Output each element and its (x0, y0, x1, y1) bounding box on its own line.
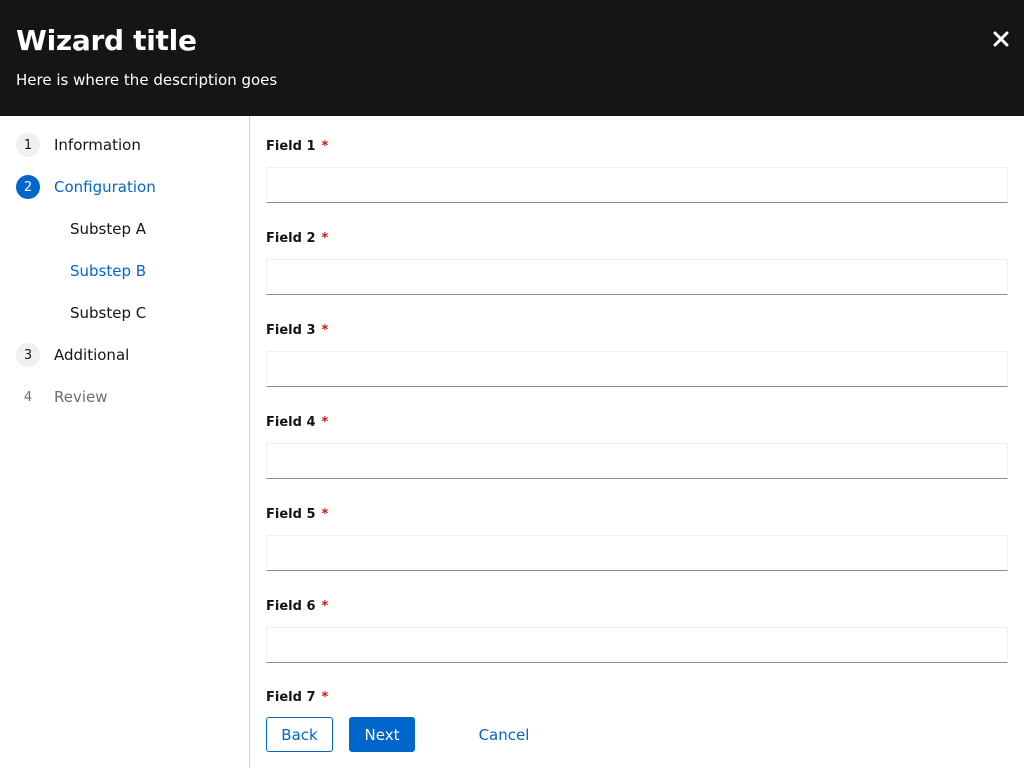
wizard: Wizard title Here is where the descripti… (0, 0, 1024, 768)
field-label-text: Field 7 (266, 689, 316, 703)
form-group-field-7: Field 7 * (266, 688, 1008, 703)
form-group-field-3: Field 3 * (266, 321, 1008, 387)
field-label-text: Field 6 (266, 598, 316, 614)
nav-step-configuration[interactable]: 2 Configuration (16, 174, 156, 200)
nav-substep-a[interactable]: Substep A (70, 216, 146, 242)
field-label: Field 5 * (266, 505, 1008, 523)
wizard-body: Field 1 * Field 2 * Field 3 * Field 4 * (250, 116, 1024, 702)
wizard-footer: Back Next Cancel (250, 702, 1024, 768)
required-marker: * (321, 322, 329, 338)
wizard-header: Wizard title Here is where the descripti… (0, 0, 1024, 116)
nav-step-review: 4 Review (16, 384, 108, 410)
nav-step-information[interactable]: 1 Information (16, 132, 141, 158)
nav-step-label: Additional (54, 346, 130, 364)
back-button[interactable]: Back (266, 717, 333, 752)
close-button[interactable] (988, 26, 1014, 52)
form-group-field-6: Field 6 * (266, 597, 1008, 663)
next-button[interactable]: Next (349, 717, 415, 752)
wizard-title: Wizard title (16, 24, 197, 57)
wizard-nav: 1 Information 2 Configuration Substep A … (0, 116, 250, 768)
field-label: Field 4 * (266, 413, 1008, 431)
field-label: Field 6 * (266, 597, 1008, 615)
nav-substep-c[interactable]: Substep C (70, 300, 146, 326)
field-1-input[interactable] (266, 167, 1008, 203)
field-label-text: Field 5 (266, 506, 316, 522)
required-marker: * (321, 689, 329, 703)
nav-step-label: Configuration (54, 178, 156, 196)
field-5-input[interactable] (266, 535, 1008, 571)
form-group-field-2: Field 2 * (266, 229, 1008, 295)
nav-substep-b[interactable]: Substep B (70, 258, 146, 284)
step-number: 3 (16, 343, 40, 367)
form-group-field-5: Field 5 * (266, 505, 1008, 571)
wizard-description: Here is where the description goes (16, 71, 278, 89)
step-number: 2 (16, 175, 40, 199)
field-label: Field 7 * (266, 688, 1008, 703)
form-group-field-4: Field 4 * (266, 413, 1008, 479)
close-icon (993, 31, 1009, 47)
field-label: Field 1 * (266, 137, 1008, 155)
field-6-input[interactable] (266, 627, 1008, 663)
cancel-button[interactable]: Cancel (464, 717, 544, 752)
form-group-field-1: Field 1 * (266, 137, 1008, 203)
nav-step-additional[interactable]: 3 Additional (16, 342, 129, 368)
field-label-text: Field 3 (266, 322, 316, 338)
field-label-text: Field 4 (266, 414, 316, 430)
field-2-input[interactable] (266, 259, 1008, 295)
required-marker: * (321, 414, 329, 430)
field-4-input[interactable] (266, 443, 1008, 479)
required-marker: * (321, 598, 329, 614)
step-number: 4 (23, 389, 33, 405)
required-marker: * (321, 506, 329, 522)
field-3-input[interactable] (266, 351, 1008, 387)
field-label: Field 2 * (266, 229, 1008, 247)
step-number: 1 (16, 133, 40, 157)
nav-step-label: Information (54, 136, 141, 154)
field-label-text: Field 2 (266, 230, 316, 246)
nav-step-label: Review (54, 388, 108, 406)
required-marker: * (321, 138, 329, 154)
required-marker: * (321, 230, 329, 246)
field-label-text: Field 1 (266, 138, 316, 154)
field-label: Field 3 * (266, 321, 1008, 339)
